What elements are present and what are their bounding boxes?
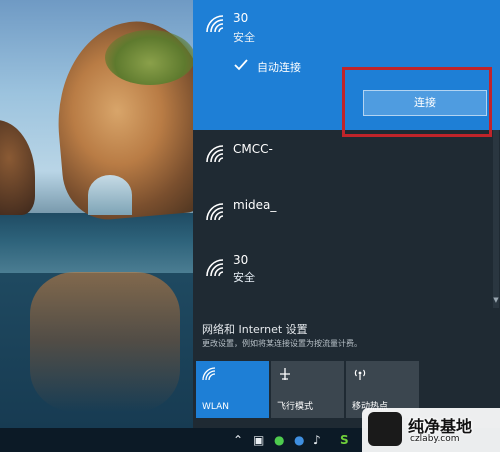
wifi-icon <box>206 145 224 163</box>
network-status: 安全 <box>233 31 255 44</box>
network-item[interactable]: CMCC- <box>193 136 500 194</box>
watermark-logo-icon <box>368 412 402 446</box>
volume-icon[interactable]: ♪ <box>313 433 321 447</box>
network-name: midea_ <box>233 198 277 212</box>
network-icon[interactable]: ▣ <box>253 433 264 447</box>
highlight-annotation-box <box>342 67 492 137</box>
quick-action-wlan[interactable]: WLAN <box>196 361 269 418</box>
watermark-url: czlaby.com <box>410 434 460 444</box>
wallpaper-grass <box>105 30 193 85</box>
wifi-icon <box>206 259 224 277</box>
wifi-icon <box>206 15 224 33</box>
network-settings-link[interactable]: 网络和 Internet 设置 <box>202 321 308 337</box>
network-status: 安全 <box>233 271 255 284</box>
browser-icon[interactable]: ● <box>294 433 304 447</box>
wallpaper-water <box>0 213 193 273</box>
checkbox-auto-connect[interactable] <box>233 57 249 73</box>
quick-action-label: WLAN <box>202 402 230 412</box>
network-settings-description: 更改设置，例如将某连接设置为按流量计费。 <box>202 339 362 348</box>
network-item[interactable]: 30 安全 <box>193 248 500 306</box>
wifi-icon <box>206 203 224 221</box>
network-name: 30 <box>233 11 249 25</box>
quick-action-airplane-mode[interactable]: 飞行模式 <box>271 361 344 418</box>
desktop-wallpaper <box>0 0 193 428</box>
s-app-icon[interactable]: S <box>340 433 349 447</box>
network-item[interactable]: midea_ <box>193 192 500 250</box>
wallpaper-reflection <box>30 272 180 412</box>
scrollbar[interactable] <box>493 130 499 308</box>
network-flyout: 30 安全 自动连接 连接 CMCC- midea_ 30 安全 ▼ 网络和 I… <box>193 0 500 428</box>
wallpaper-arch-opening <box>88 175 132 215</box>
network-name: 30 <box>233 253 249 267</box>
chevron-up-icon[interactable]: ⌃ <box>233 433 243 447</box>
wifi-icon <box>202 367 216 381</box>
wechat-icon[interactable]: ● <box>274 433 284 447</box>
wallpaper-cliff-left <box>0 120 35 215</box>
quick-action-label: 飞行模式 <box>277 402 314 412</box>
hotspot-icon <box>354 369 366 380</box>
scroll-down-icon[interactable]: ▼ <box>493 296 499 306</box>
network-name: CMCC- <box>233 142 273 156</box>
airplane-icon <box>280 368 290 380</box>
auto-connect-label: 自动连接 <box>257 61 301 74</box>
